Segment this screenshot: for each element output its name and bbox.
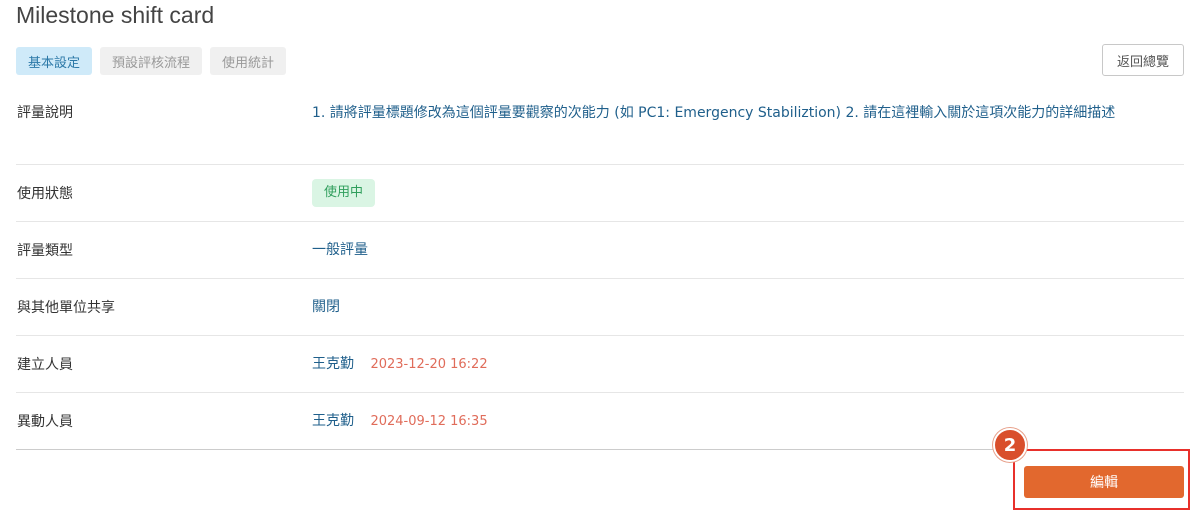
tab-bar: 基本設定 預設評核流程 使用統計 <box>16 47 287 75</box>
modifier-timestamp: 2024-09-12 16:35 <box>370 413 488 429</box>
creator-label: 建立人員 <box>17 357 73 373</box>
type-label: 評量類型 <box>17 243 73 259</box>
sharing-label: 與其他單位共享 <box>17 300 115 316</box>
detail-table: 評量說明 1. 請將評量標題修改為這個評量要觀察的次能力 (如 PC1: Eme… <box>16 88 1184 450</box>
page-title: Milestone shift card <box>16 2 215 28</box>
tab-usage-stats[interactable]: 使用統計 <box>210 47 287 75</box>
tab-default-review-flow[interactable]: 預設評核流程 <box>100 47 203 75</box>
type-value: 一般評量 <box>312 242 368 258</box>
modifier-label: 異動人員 <box>17 414 73 430</box>
sharing-value: 關閉 <box>312 299 340 315</box>
back-to-overview-button[interactable]: 返回總覽 <box>1102 44 1184 76</box>
creator-name: 王克勤 <box>312 355 354 372</box>
tab-basic-settings[interactable]: 基本設定 <box>16 47 93 75</box>
creator-value: 王克勤 2023-12-20 16:22 <box>312 352 1184 377</box>
step-number-badge: 2 <box>993 428 1027 462</box>
creator-timestamp: 2023-12-20 16:22 <box>370 356 488 372</box>
detail-row-status: 使用狀態 使用中 <box>16 165 1184 222</box>
modifier-value: 王克勤 2024-09-12 16:35 <box>312 409 1184 434</box>
detail-row-sharing: 與其他單位共享 關閉 <box>16 279 1184 336</box>
detail-row-description: 評量說明 1. 請將評量標題修改為這個評量要觀察的次能力 (如 PC1: Eme… <box>16 88 1184 165</box>
detail-row-creator: 建立人員 王克勤 2023-12-20 16:22 <box>16 336 1184 393</box>
edit-button[interactable]: 編輯 <box>1024 466 1184 498</box>
page: Milestone shift card 基本設定 預設評核流程 使用統計 返回… <box>0 0 1193 514</box>
status-badge: 使用中 <box>312 179 376 207</box>
description-value: 1. 請將評量標題修改為這個評量要觀察的次能力 (如 PC1: Emergenc… <box>312 105 1116 121</box>
detail-row-type: 評量類型 一般評量 <box>16 222 1184 279</box>
status-label: 使用狀態 <box>17 186 73 202</box>
description-label: 評量說明 <box>17 105 73 121</box>
modifier-name: 王克勤 <box>312 412 354 429</box>
status-value: 使用中 <box>312 179 1184 207</box>
